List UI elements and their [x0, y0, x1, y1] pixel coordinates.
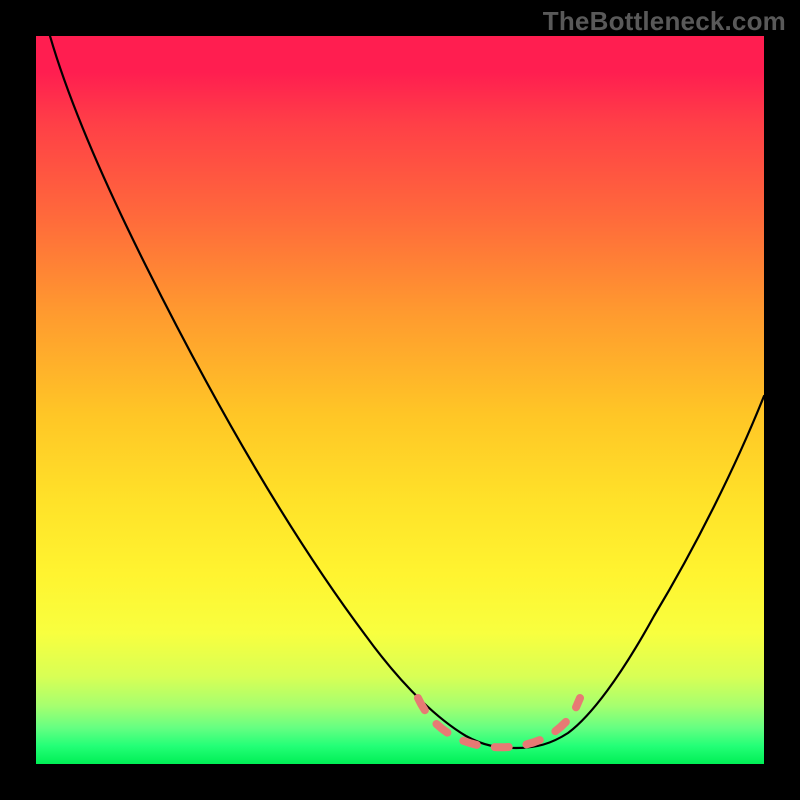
curves-layer — [36, 36, 764, 764]
watermark-text: TheBottleneck.com — [543, 6, 786, 37]
chart-frame: TheBottleneck.com — [0, 0, 800, 800]
bottleneck-curve — [50, 36, 764, 748]
plot-area — [36, 36, 764, 764]
